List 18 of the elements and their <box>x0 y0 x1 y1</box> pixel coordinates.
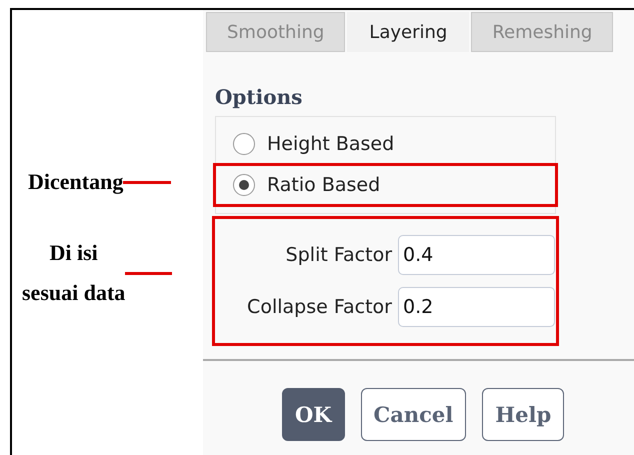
annotation-label: Di isi <box>48 239 99 267</box>
input-field[interactable]: 0.2 <box>398 287 555 327</box>
annotation-label: Dicentang <box>28 168 124 196</box>
tab[interactable]: Layering <box>347 12 470 52</box>
annotation-label: sesuai data <box>22 279 126 307</box>
options-heading: Options <box>215 84 304 111</box>
field-label: Collapse Factor <box>247 294 392 320</box>
leader-line <box>125 272 172 274</box>
field-label: Split Factor <box>286 242 392 268</box>
dialog-button[interactable]: Help <box>482 388 564 441</box>
dialog-button[interactable]: Cancel <box>360 388 466 441</box>
radio-label: Ratio Based <box>267 172 380 198</box>
radio-label: Height Based <box>267 132 394 157</box>
radio-button[interactable] <box>233 174 255 196</box>
dialog-button[interactable]: OK <box>282 388 345 441</box>
radio-button[interactable] <box>233 133 255 155</box>
input-field[interactable]: 0.4 <box>398 235 555 275</box>
leader-line <box>123 180 172 184</box>
